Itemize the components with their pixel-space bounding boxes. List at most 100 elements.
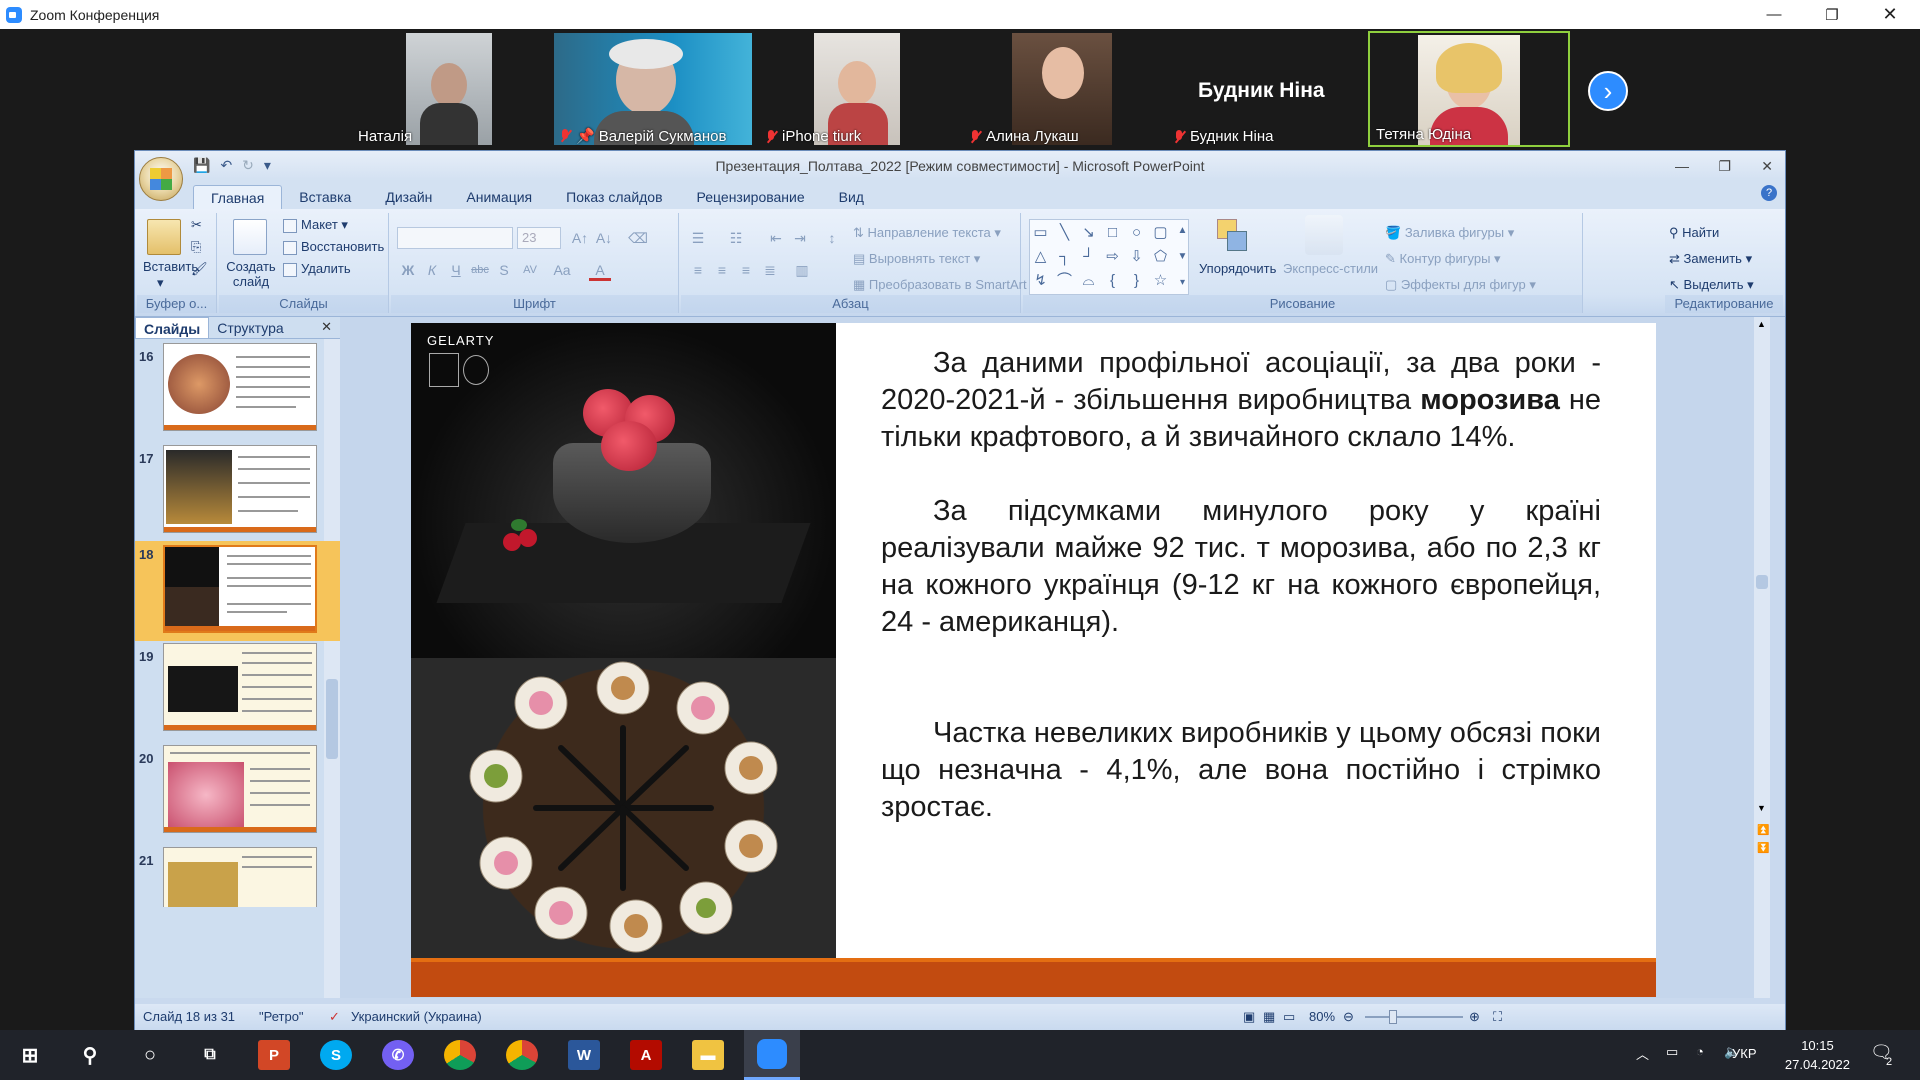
justify-icon[interactable]: ≣ [759,259,781,281]
zoom-taskbar-icon[interactable] [744,1030,800,1080]
current-slide[interactable]: GELARTY За даними профільної асоціації, … [411,323,1656,997]
slide-thumbnail[interactable]: 16 [135,343,340,443]
tab-home[interactable]: Главная [193,185,283,209]
tray-chevron-icon[interactable]: ︿ [1636,1044,1649,1063]
spacing-icon[interactable]: AV [519,259,541,281]
chrome-profile-taskbar-icon[interactable] [506,1040,538,1070]
slide-thumbnail[interactable]: 21 [135,847,340,907]
participant-tile[interactable]: Наталія [352,31,512,147]
shadow-icon[interactable]: S [493,259,515,281]
ppt-restore-button[interactable]: ❐ [1718,151,1731,181]
format-painter-icon[interactable]: 🖌 [191,261,208,277]
normal-view-icon[interactable]: ▣ [1243,1004,1255,1030]
smartart-button[interactable]: ▦ Преобразовать в SmartArt ▾ [853,277,1037,293]
participant-tile-active-speaker[interactable]: Тетяна Юдіна [1368,31,1570,147]
clear-formatting-icon[interactable]: ⌫ [627,227,649,249]
tab-slideshow[interactable]: Показ слайдов [549,185,679,209]
fit-to-window-icon[interactable]: ⛶ [1493,1004,1502,1030]
font-name-box[interactable] [397,227,513,249]
redo-icon[interactable]: ↻ [242,157,254,174]
tab-view[interactable]: Вид [822,185,881,209]
replace-button[interactable]: ⇄ Заменить ▾ [1669,251,1752,267]
decrease-indent-icon[interactable]: ⇤ [765,227,787,249]
new-slide-button[interactable]: Создать слайд [223,259,279,289]
battery-icon[interactable]: ▭ [1666,1044,1678,1060]
line-spacing-icon[interactable]: ↕ [821,227,843,249]
search-icon[interactable]: ⚲ [74,1040,106,1070]
zoom-in-icon[interactable]: ⊕ [1469,1004,1480,1030]
slide-scrollbar[interactable]: ▲ ▼ ⏫ ⏬ [1754,317,1770,998]
word-taskbar-icon[interactable]: W [568,1040,600,1070]
spellcheck-icon[interactable]: ✓ [329,1004,340,1030]
slide-text-body[interactable]: За даними профільної асоціації, за два р… [881,345,1601,863]
next-slide-icon[interactable]: ⏬ [1757,843,1769,854]
task-view-icon[interactable]: ⧉ [194,1040,226,1070]
sorter-view-icon[interactable]: ▦ [1263,1004,1275,1030]
maximize-button[interactable]: ❐ [1803,0,1861,29]
copy-icon[interactable]: ⎘ [191,239,201,255]
reset-button[interactable]: Восстановить [283,239,384,255]
cut-icon[interactable]: ✂ [191,217,202,233]
participant-tile[interactable]: iPhone tiurk [758,31,918,147]
office-button[interactable] [139,157,183,201]
align-left-icon[interactable]: ≡ [687,259,709,281]
slideshow-view-icon[interactable]: ▭ [1283,1004,1295,1030]
shrink-font-icon[interactable]: A↓ [593,227,615,249]
slide-thumbnail[interactable]: 17 [135,445,340,545]
zoom-out-icon[interactable]: ⊖ [1343,1004,1354,1030]
tab-insert[interactable]: Вставка [282,185,368,209]
arrange-button[interactable]: Упорядочить [1199,261,1276,276]
cortana-icon[interactable]: ○ [134,1040,166,1070]
participant-tile[interactable]: Алина Лукаш [962,31,1122,147]
tab-design[interactable]: Дизайн [368,185,449,209]
find-button[interactable]: ⚲ Найти [1669,225,1719,241]
align-right-icon[interactable]: ≡ [735,259,757,281]
taskbar-clock[interactable]: 10:15 27.04.2022 [1785,1036,1850,1074]
undo-icon[interactable]: ↶ [220,157,232,174]
shape-effects-button[interactable]: ▢ Эффекты для фигур ▾ [1385,277,1536,293]
powerpoint-taskbar-icon[interactable]: P [258,1040,290,1070]
grow-font-icon[interactable]: A↑ [569,227,591,249]
customize-qat-icon[interactable]: ▾ [264,157,271,174]
select-button[interactable]: ↖ Выделить ▾ [1669,277,1754,293]
paste-button[interactable]: Вставить [143,259,198,274]
underline-icon[interactable]: Ч [445,259,467,281]
shape-outline-button[interactable]: ✎ Контур фигуры ▾ [1385,251,1501,267]
zoom-slider-thumb[interactable] [1389,1010,1397,1024]
ppt-close-button[interactable]: ✕ [1761,151,1773,181]
text-direction-button[interactable]: ⇅ Направление текста ▾ [853,225,1001,241]
input-language[interactable]: УКР [1732,1046,1757,1061]
skype-taskbar-icon[interactable]: S [320,1040,352,1070]
viber-taskbar-icon[interactable]: ✆ [382,1040,414,1070]
tab-animation[interactable]: Анимация [449,185,549,209]
tab-review[interactable]: Рецензирование [680,185,822,209]
italic-icon[interactable]: К [421,259,443,281]
previous-slide-icon[interactable]: ⏫ [1757,825,1769,836]
strikethrough-icon[interactable]: abc [469,259,491,281]
change-case-icon[interactable]: Aa [551,259,573,281]
file-explorer-taskbar-icon[interactable]: ▬ [692,1040,724,1070]
save-icon[interactable]: 💾 [193,157,210,174]
acrobat-taskbar-icon[interactable]: A [630,1040,662,1070]
next-page-button[interactable]: › [1588,71,1628,111]
slide-thumbnail[interactable]: 19 [135,643,340,743]
numbering-icon[interactable]: ☷ [725,227,747,249]
close-pane-icon[interactable]: ✕ [321,319,332,335]
language-indicator[interactable]: Украинский (Украина) [351,1004,482,1030]
minimize-button[interactable]: — [1745,0,1803,29]
zoom-level[interactable]: 80% [1309,1004,1335,1030]
quick-styles-button[interactable]: Экспресс-стили [1283,261,1378,276]
slide-thumbnail[interactable]: 20 [135,745,340,845]
font-color-icon[interactable]: A [589,259,611,281]
close-button[interactable]: ✕ [1861,0,1919,29]
chrome-taskbar-icon[interactable] [444,1040,476,1070]
columns-icon[interactable]: ▥ [791,259,813,281]
participant-tile[interactable]: 📌 Валерій Сукманов [552,31,754,147]
paste-dropdown-icon[interactable]: ▾ [157,275,164,291]
participant-tile[interactable]: Будник Ніна Будник Ніна [1166,31,1366,147]
font-size-box[interactable]: 23 [517,227,561,249]
bold-icon[interactable]: Ж [397,259,419,281]
help-icon[interactable]: ? [1761,185,1777,201]
shape-fill-button[interactable]: 🪣 Заливка фигуры ▾ [1385,225,1514,241]
pane-tab-outline[interactable]: Структура [209,317,291,338]
